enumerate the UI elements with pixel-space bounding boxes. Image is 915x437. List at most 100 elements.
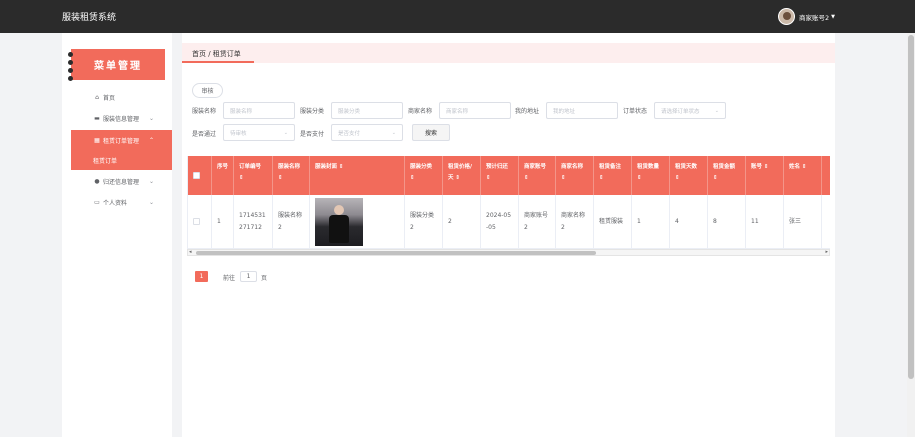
audit-button[interactable]: 审核 — [192, 83, 223, 98]
column-header[interactable]: 服装分类 ⇕ — [405, 156, 443, 195]
column-header[interactable]: 租赁价格/天 ⇕ — [443, 156, 481, 195]
top-bar: 服装租赁系统 商家账号2 ▼ — [0, 0, 915, 33]
column-header[interactable]: 账号 ⇕ — [746, 156, 784, 195]
scroll-left-icon[interactable]: ◂ — [189, 249, 192, 255]
row-checkbox[interactable] — [193, 218, 200, 225]
table-horizontal-scrollbar[interactable]: ◂ ▸ — [187, 249, 830, 256]
column-header[interactable]: 商家账号 ⇕ — [519, 156, 556, 195]
chevron-down-icon: ▼ — [831, 13, 835, 20]
goto-label: 前往 — [223, 275, 236, 282]
column-header[interactable]: 租赁数量 ⇕ — [632, 156, 670, 195]
table-cell: 2 — [443, 195, 481, 248]
sidebar-item-label: 租赁订单管理 — [103, 137, 140, 145]
sidebar-item-label: 租赁订单 — [93, 157, 118, 165]
chevron-up-icon: ⌃ — [148, 136, 154, 144]
table-row: 1 1714531271712 服装名称2 服装分类2 2 2024-05-05… — [188, 195, 830, 249]
page-scrollbar[interactable] — [907, 33, 915, 437]
column-header[interactable]: 服装名称 ⇕ — [273, 156, 310, 195]
spiral-decoration — [68, 52, 73, 57]
menu-banner: 菜单管理 — [68, 49, 165, 81]
filter-label: 我的地址 — [515, 108, 540, 115]
sidebar-item-label: 个人资料 — [103, 199, 128, 207]
spiral-decoration — [68, 76, 73, 81]
scrollbar-thumb[interactable] — [908, 35, 914, 379]
table-cell: 服装分类2 — [405, 195, 443, 248]
scrollbar-thumb[interactable] — [196, 251, 596, 255]
filter-label: 订单状态 — [623, 108, 648, 115]
clothing-cover-image — [315, 197, 363, 246]
active-tab-underline — [182, 61, 254, 63]
row-select-cell — [188, 195, 212, 248]
table-cell: 1 — [632, 195, 670, 248]
goto-page-input[interactable]: 1 — [240, 271, 257, 282]
column-header[interactable]: 服装封面 ⇕ — [310, 156, 405, 195]
filter-label: 服装分类 — [300, 108, 325, 115]
sidebar-item-profile[interactable]: ▭ 个人资料 ⌄ — [71, 192, 172, 212]
menu-banner-label: 菜单管理 — [94, 61, 142, 72]
table-cell: 4 — [670, 195, 708, 248]
column-header[interactable]: 预计归还 ⇕ — [481, 156, 519, 195]
app-title: 服装租赁系统 — [62, 13, 117, 23]
sidebar-item-returns[interactable]: ● 归还信息管理 ⌄ — [71, 171, 172, 191]
clothing-name-input[interactable]: 服装名称 — [223, 102, 295, 119]
select-all-checkbox[interactable] — [193, 172, 200, 179]
payment-select[interactable]: 是否支付 ⌄ — [331, 124, 403, 141]
grid-icon: ▦ — [94, 136, 100, 144]
breadcrumb: 首页 / 租赁订单 — [192, 50, 241, 58]
chevron-down-icon: ⌄ — [283, 129, 288, 136]
select-all-cell — [188, 156, 212, 195]
chevron-down-icon: ⌄ — [714, 107, 719, 114]
clothing-category-input[interactable]: 服装分类 — [331, 102, 403, 119]
chevron-down-icon: ⌄ — [148, 114, 154, 122]
merchant-name-input[interactable]: 商家名称 — [439, 102, 511, 119]
user-name: 商家账号2 — [799, 13, 830, 22]
table-cell: 8 — [708, 195, 746, 248]
page-number-current[interactable]: 1 — [195, 271, 208, 282]
column-header[interactable]: 租赁备注 ⇕ — [594, 156, 632, 195]
search-button[interactable]: 搜索 — [412, 124, 450, 141]
column-header[interactable]: 订单编号 ⇕ — [234, 156, 273, 195]
order-status-value: 请选择订单状态 — [661, 108, 700, 115]
scroll-right-icon[interactable]: ▸ — [825, 249, 828, 255]
breadcrumb-bar: 首页 / 租赁订单 — [182, 43, 835, 63]
chevron-down-icon: ⌄ — [148, 198, 154, 206]
order-status-select[interactable]: 请选择订单状态 ⌄ — [654, 102, 726, 119]
table-header: 序号 订单编号 ⇕ 服装名称 ⇕ 服装封面 ⇕ 服装分类 ⇕ 租赁价格/天 ⇕ … — [188, 156, 830, 195]
table-cell: 1 — [212, 195, 234, 248]
sidebar-item-rental-orders[interactable]: ▦ 租赁订单管理 ⌃ — [71, 130, 172, 150]
page-suffix: 页 — [261, 275, 268, 282]
sidebar-item-clothing[interactable]: ▬ 服装信息管理 ⌄ — [71, 108, 172, 128]
table-cell: 11 — [746, 195, 784, 248]
approval-select[interactable]: 待审核 ⌄ — [223, 124, 295, 141]
column-header[interactable]: 序号 — [212, 156, 234, 195]
table-cell: 服装名称2 — [273, 195, 310, 248]
chevron-down-icon: ⌄ — [148, 177, 154, 185]
spiral-decoration — [68, 68, 73, 73]
home-icon: ⌂ — [95, 93, 99, 101]
chevron-down-icon: ⌄ — [391, 129, 396, 136]
sidebar-item-home[interactable]: ⌂ 首页 — [71, 87, 172, 107]
filter-label: 是否通过 — [192, 131, 217, 138]
table-cell: 商家名称2 — [556, 195, 594, 248]
filter-label: 服装名称 — [192, 108, 217, 115]
id-card-icon: ▭ — [94, 198, 100, 206]
column-header[interactable]: 租赁金额 ⇕ — [708, 156, 746, 195]
filter-label: 商家名称 — [408, 108, 433, 115]
address-input[interactable]: 我的地址 — [546, 102, 618, 119]
main-content: 首页 / 租赁订单 审核 服装名称 服装名称 服装分类 服装分类 商家名称 商家… — [182, 33, 835, 437]
table-cell: 2024-05-05 — [481, 195, 519, 248]
column-header[interactable]: 商家名称 ⇕ — [556, 156, 594, 195]
orders-table: 序号 订单编号 ⇕ 服装名称 ⇕ 服装封面 ⇕ 服装分类 ⇕ 租赁价格/天 ⇕ … — [187, 156, 830, 249]
cover-cell — [310, 195, 405, 248]
payment-value: 是否支付 — [338, 130, 361, 137]
approval-value: 待审核 — [230, 130, 247, 137]
location-icon: ● — [94, 177, 100, 185]
avatar — [778, 8, 795, 25]
column-header[interactable]: 姓名 ⇕ — [784, 156, 822, 195]
user-menu[interactable]: 商家账号2 ▼ — [778, 8, 835, 25]
sidebar: 菜单管理 ⌂ 首页 ▬ 服装信息管理 ⌄ ▦ 租赁订单管理 ⌃ 租赁订单 ● 归… — [62, 33, 172, 437]
sidebar-subitem-rental-order[interactable]: 租赁订单 — [71, 150, 172, 170]
table-cell — [822, 195, 830, 248]
table-cell: 商家账号2 — [519, 195, 556, 248]
column-header[interactable]: 租赁天数 ⇕ — [670, 156, 708, 195]
